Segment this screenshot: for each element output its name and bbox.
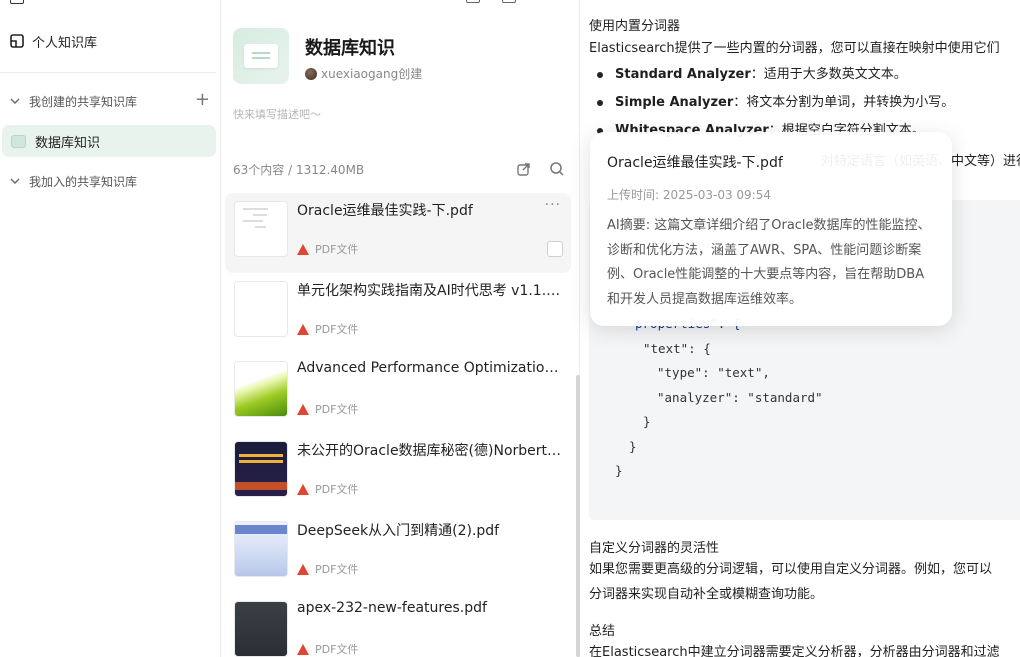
file-name: 单元化架构实践指南及AI时代思考 v1.1.pdf [297, 283, 565, 299]
file-thumbnail [234, 441, 288, 497]
window-icon[interactable] [502, 0, 516, 3]
list-item[interactable]: 单元化架构实践指南及AI时代思考 v1.1.pdf PDF文件 [225, 273, 571, 353]
paragraph: Elasticsearch提供了一些内置的分词器，您可以直接在映射中使用它们 [589, 41, 1000, 56]
knowledge-base-panel: 数据库知识 xuexiaogang创建 快来填写描述吧～ 63个内容 / 131… [221, 0, 580, 657]
list-item[interactable]: Advanced Performance Optimization in SQL… [225, 353, 571, 433]
file-type: PDF文件 [297, 561, 358, 577]
file-thumbnail [234, 361, 288, 417]
knowledge-base-icon [11, 134, 26, 148]
list-item[interactable]: 未公开的Oracle数据库秘密(德)Norbert Debes.pdf PDF文… [225, 433, 571, 513]
list-item: Simple Analyzer：将文本分割为单词，并转换为小写。 [597, 94, 954, 122]
select-checkbox[interactable] [547, 241, 563, 257]
document-content: 使用内置分词器 Elasticsearch提供了一些内置的分词器，您可以直接在映… [581, 0, 1020, 657]
sidebar-section-label: 我加入的共享知识库 [29, 174, 138, 189]
description-placeholder[interactable]: 快来填写描述吧～ [233, 106, 321, 122]
knowledge-base-title: 数据库知识 [305, 38, 395, 59]
avatar [305, 67, 317, 80]
section-heading: 自定义分词器的灵活性 [589, 541, 720, 556]
book-icon [10, 34, 24, 48]
popup-upload-time: 上传时间: 2025-03-03 09:54 [607, 188, 771, 202]
search-icon[interactable] [549, 161, 565, 177]
file-preview-popup: Oracle运维最佳实践-下.pdf 上传时间: 2025-03-03 09:5… [590, 132, 952, 326]
file-type: PDF文件 [297, 481, 358, 497]
top-toolbar [466, 0, 516, 3]
pdf-icon [297, 643, 309, 655]
file-type: PDF文件 [297, 241, 358, 257]
more-icon[interactable]: ··· [545, 197, 561, 213]
paragraph: 在Elasticsearch中建立分词器需要定义分析器，分析器由分词器和过滤 [589, 645, 1000, 657]
sidebar-item-label: 个人知识库 [32, 35, 98, 51]
sidebar-section-joined[interactable]: 我加入的共享知识库 [10, 170, 210, 192]
file-type: PDF文件 [297, 641, 358, 657]
list-item[interactable]: Oracle运维最佳实践-下.pdf PDF文件 ··· [225, 193, 571, 273]
pdf-icon [297, 563, 309, 575]
sidebar-section-my-shared[interactable]: 我创建的共享知识库 + [10, 90, 210, 112]
file-type: PDF文件 [297, 321, 358, 337]
paragraph: 如果您需要更高级的分词逻辑，可以使用自定义分词器。例如，您可以 [589, 562, 993, 577]
file-thumbnail [234, 521, 288, 577]
sidebar-section-label: 我创建的共享知识库 [29, 94, 138, 109]
list-item[interactable]: DeepSeek从入门到精通(2).pdf PDF文件 [225, 513, 571, 593]
pdf-icon [297, 243, 309, 255]
list-item: Standard Analyzer：适用于大多数英文文本。 [597, 66, 954, 94]
file-type: PDF文件 [297, 401, 358, 417]
popup-title: Oracle运维最佳实践-下.pdf [607, 155, 783, 171]
code-text: properties": { "text": { "type": "text",… [615, 316, 823, 478]
list-item[interactable]: apex-232-new-features.pdf PDF文件 [225, 593, 571, 657]
sidebar: 个人知识库 我创建的共享知识库 + 数据库知识 我加入的共享知识库 [0, 0, 221, 657]
pdf-icon [297, 483, 309, 495]
chevron-down-icon [10, 98, 20, 104]
file-name: DeepSeek从入门到精通(2).pdf [297, 523, 500, 539]
export-icon[interactable] [516, 161, 532, 177]
file-name: Advanced Performance Optimization in SQL… [297, 360, 565, 376]
sidebar-item-personal[interactable]: 个人知识库 [10, 30, 97, 52]
file-thumbnail [234, 281, 288, 337]
section-heading: 总结 [589, 624, 616, 639]
paragraph: 分词器来实现自动补全或模糊查询功能。 [589, 587, 824, 602]
add-shared-kb-button[interactable]: + [195, 90, 210, 110]
chevron-down-icon [10, 178, 20, 184]
file-thumbnail [234, 601, 288, 657]
file-name: Oracle运维最佳实践-下.pdf [297, 203, 473, 219]
file-thumbnail [234, 201, 288, 257]
file-list: Oracle运维最佳实践-下.pdf PDF文件 ··· 单元化架构实践指南及A… [225, 193, 571, 657]
window-icon[interactable] [466, 0, 480, 3]
knowledge-base-creator: xuexiaogang创建 [305, 65, 422, 82]
file-name: 未公开的Oracle数据库秘密(德)Norbert Debes.pdf [297, 443, 565, 459]
file-name: apex-232-new-features.pdf [297, 600, 487, 616]
knowledge-base-cover [233, 28, 289, 84]
sidebar-item-label: 数据库知识 [35, 135, 101, 151]
content-count: 63个内容 / 1312.40MB [233, 163, 365, 177]
popup-ai-summary: AI摘要: 这篇文章详细介绍了Oracle数据库的性能监控、诊断和优化方法，涵盖… [607, 218, 931, 307]
pdf-icon [297, 323, 309, 335]
sidebar-item-database-knowledge[interactable]: 数据库知识 [2, 125, 216, 157]
list-scrollbar[interactable] [576, 375, 580, 657]
layout-icon[interactable] [10, 0, 24, 4]
divider [0, 72, 216, 73]
section-heading: 使用内置分词器 [589, 19, 681, 34]
pdf-icon [297, 403, 309, 415]
